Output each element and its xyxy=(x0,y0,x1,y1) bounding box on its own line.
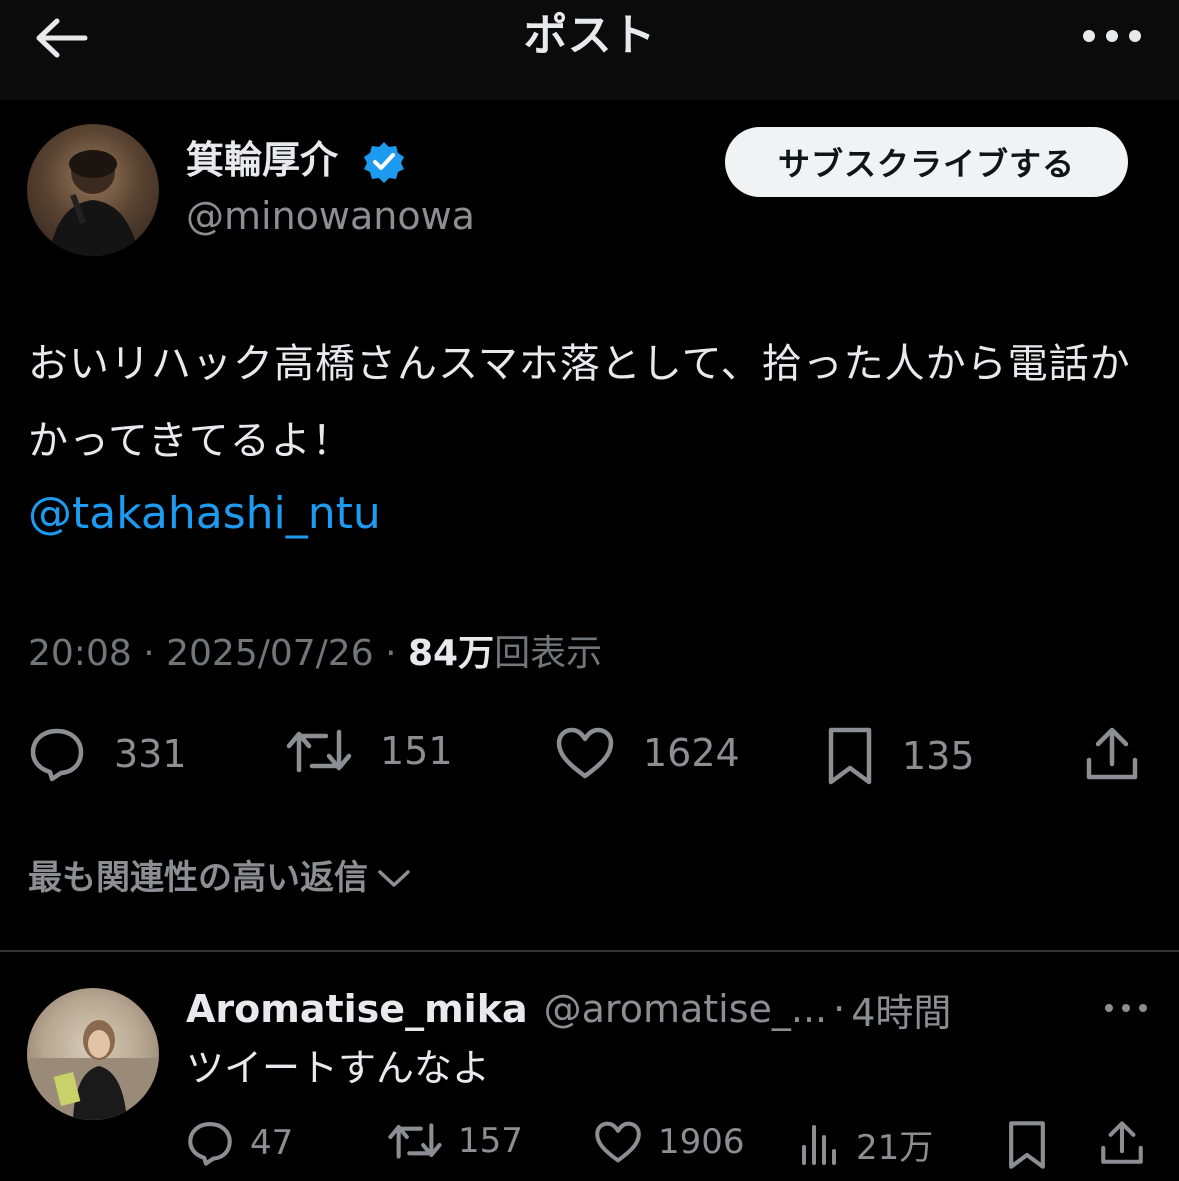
reply-more-button[interactable] xyxy=(1098,994,1154,1022)
reply-like-count: 1906 xyxy=(658,1122,745,1162)
reply-author-avatar[interactable] xyxy=(27,988,159,1120)
reply-bookmark-button[interactable] xyxy=(1006,1120,1048,1170)
reply-retweet-button[interactable]: 157 xyxy=(388,1120,523,1162)
more-options-button[interactable] xyxy=(1077,14,1147,58)
post-time: 20:08 xyxy=(28,633,132,674)
reply-count: 331 xyxy=(114,732,187,776)
reply-reply-button[interactable]: 47 xyxy=(186,1120,293,1166)
heart-icon xyxy=(595,1121,641,1163)
avatar-image xyxy=(27,1020,159,1120)
retweet-button[interactable]: 151 xyxy=(286,726,453,776)
arrow-left-icon xyxy=(36,18,88,58)
retweet-icon xyxy=(388,1123,442,1159)
like-button[interactable]: 1624 xyxy=(555,726,740,780)
share-icon xyxy=(1086,727,1138,780)
verified-badge-icon xyxy=(364,142,404,183)
retweet-count: 151 xyxy=(380,729,453,773)
author-avatar[interactable] xyxy=(27,124,159,256)
reply-time: 4時間 xyxy=(851,990,952,1035)
post-text: おいリハック高橋さんスマホ落として、拾った人から電話かかってきてるよ！ xyxy=(28,341,1131,464)
top-bar: ポスト xyxy=(0,0,1179,100)
bookmark-count: 135 xyxy=(902,734,975,778)
reply-text: ツイートすんなよ xyxy=(186,1046,491,1090)
divider xyxy=(0,950,1179,952)
reply-views-count: 21万 xyxy=(856,1128,934,1168)
reply-author-name[interactable]: Aromatise_mika xyxy=(186,987,528,1031)
meta-separator: · xyxy=(385,633,397,674)
reply-separator: · xyxy=(833,987,846,1031)
chevron-down-icon xyxy=(378,870,410,887)
reply-icon xyxy=(30,728,84,782)
share-button[interactable] xyxy=(1085,726,1139,782)
retweet-icon xyxy=(286,729,352,773)
bookmark-icon xyxy=(1009,1121,1045,1169)
reply-views-button[interactable]: 21万 xyxy=(800,1120,933,1169)
post-date: 2025/07/26 xyxy=(166,633,374,674)
bar-chart-icon xyxy=(802,1124,836,1165)
page-title: ポスト xyxy=(523,10,656,61)
reply-button[interactable]: 331 xyxy=(28,726,187,782)
more-horizontal-icon xyxy=(1083,30,1141,42)
heart-icon xyxy=(556,727,614,779)
mention-link[interactable]: @takahashi_ntu xyxy=(28,484,381,544)
subscribe-button[interactable]: サブスクライブする xyxy=(725,127,1128,197)
reply-like-button[interactable]: 1906 xyxy=(594,1120,745,1164)
back-button[interactable] xyxy=(28,12,94,64)
share-icon xyxy=(1101,1121,1143,1164)
avatar-image xyxy=(49,150,139,256)
post-meta: 20:08 · 2025/07/26 · 84万回表示 xyxy=(28,626,602,682)
like-count: 1624 xyxy=(643,731,740,775)
reply-share-button[interactable] xyxy=(1100,1120,1144,1166)
reply-retweet-count: 157 xyxy=(458,1121,523,1161)
reply-header: Aromatise_mika @aromatise_... · 4時間 xyxy=(186,982,951,1036)
bookmark-button[interactable]: 135 xyxy=(826,726,975,786)
meta-separator: · xyxy=(143,633,155,674)
reply-icon xyxy=(188,1122,232,1166)
views-count: 84万 xyxy=(407,633,495,674)
views-label: 回表示 xyxy=(494,633,603,674)
author-name[interactable]: 箕輪厚介 xyxy=(186,134,338,186)
bookmark-icon xyxy=(828,727,872,785)
more-horizontal-icon xyxy=(1105,1004,1147,1012)
reply-reply-count: 47 xyxy=(250,1123,294,1163)
author-handle[interactable]: @minowanowa xyxy=(186,190,475,242)
reply-author-handle[interactable]: @aromatise_... xyxy=(544,987,828,1031)
replies-sort-dropdown[interactable]: 最も関連性の高い返信 xyxy=(28,852,412,904)
replies-sort-label: 最も関連性の高い返信 xyxy=(28,858,368,898)
